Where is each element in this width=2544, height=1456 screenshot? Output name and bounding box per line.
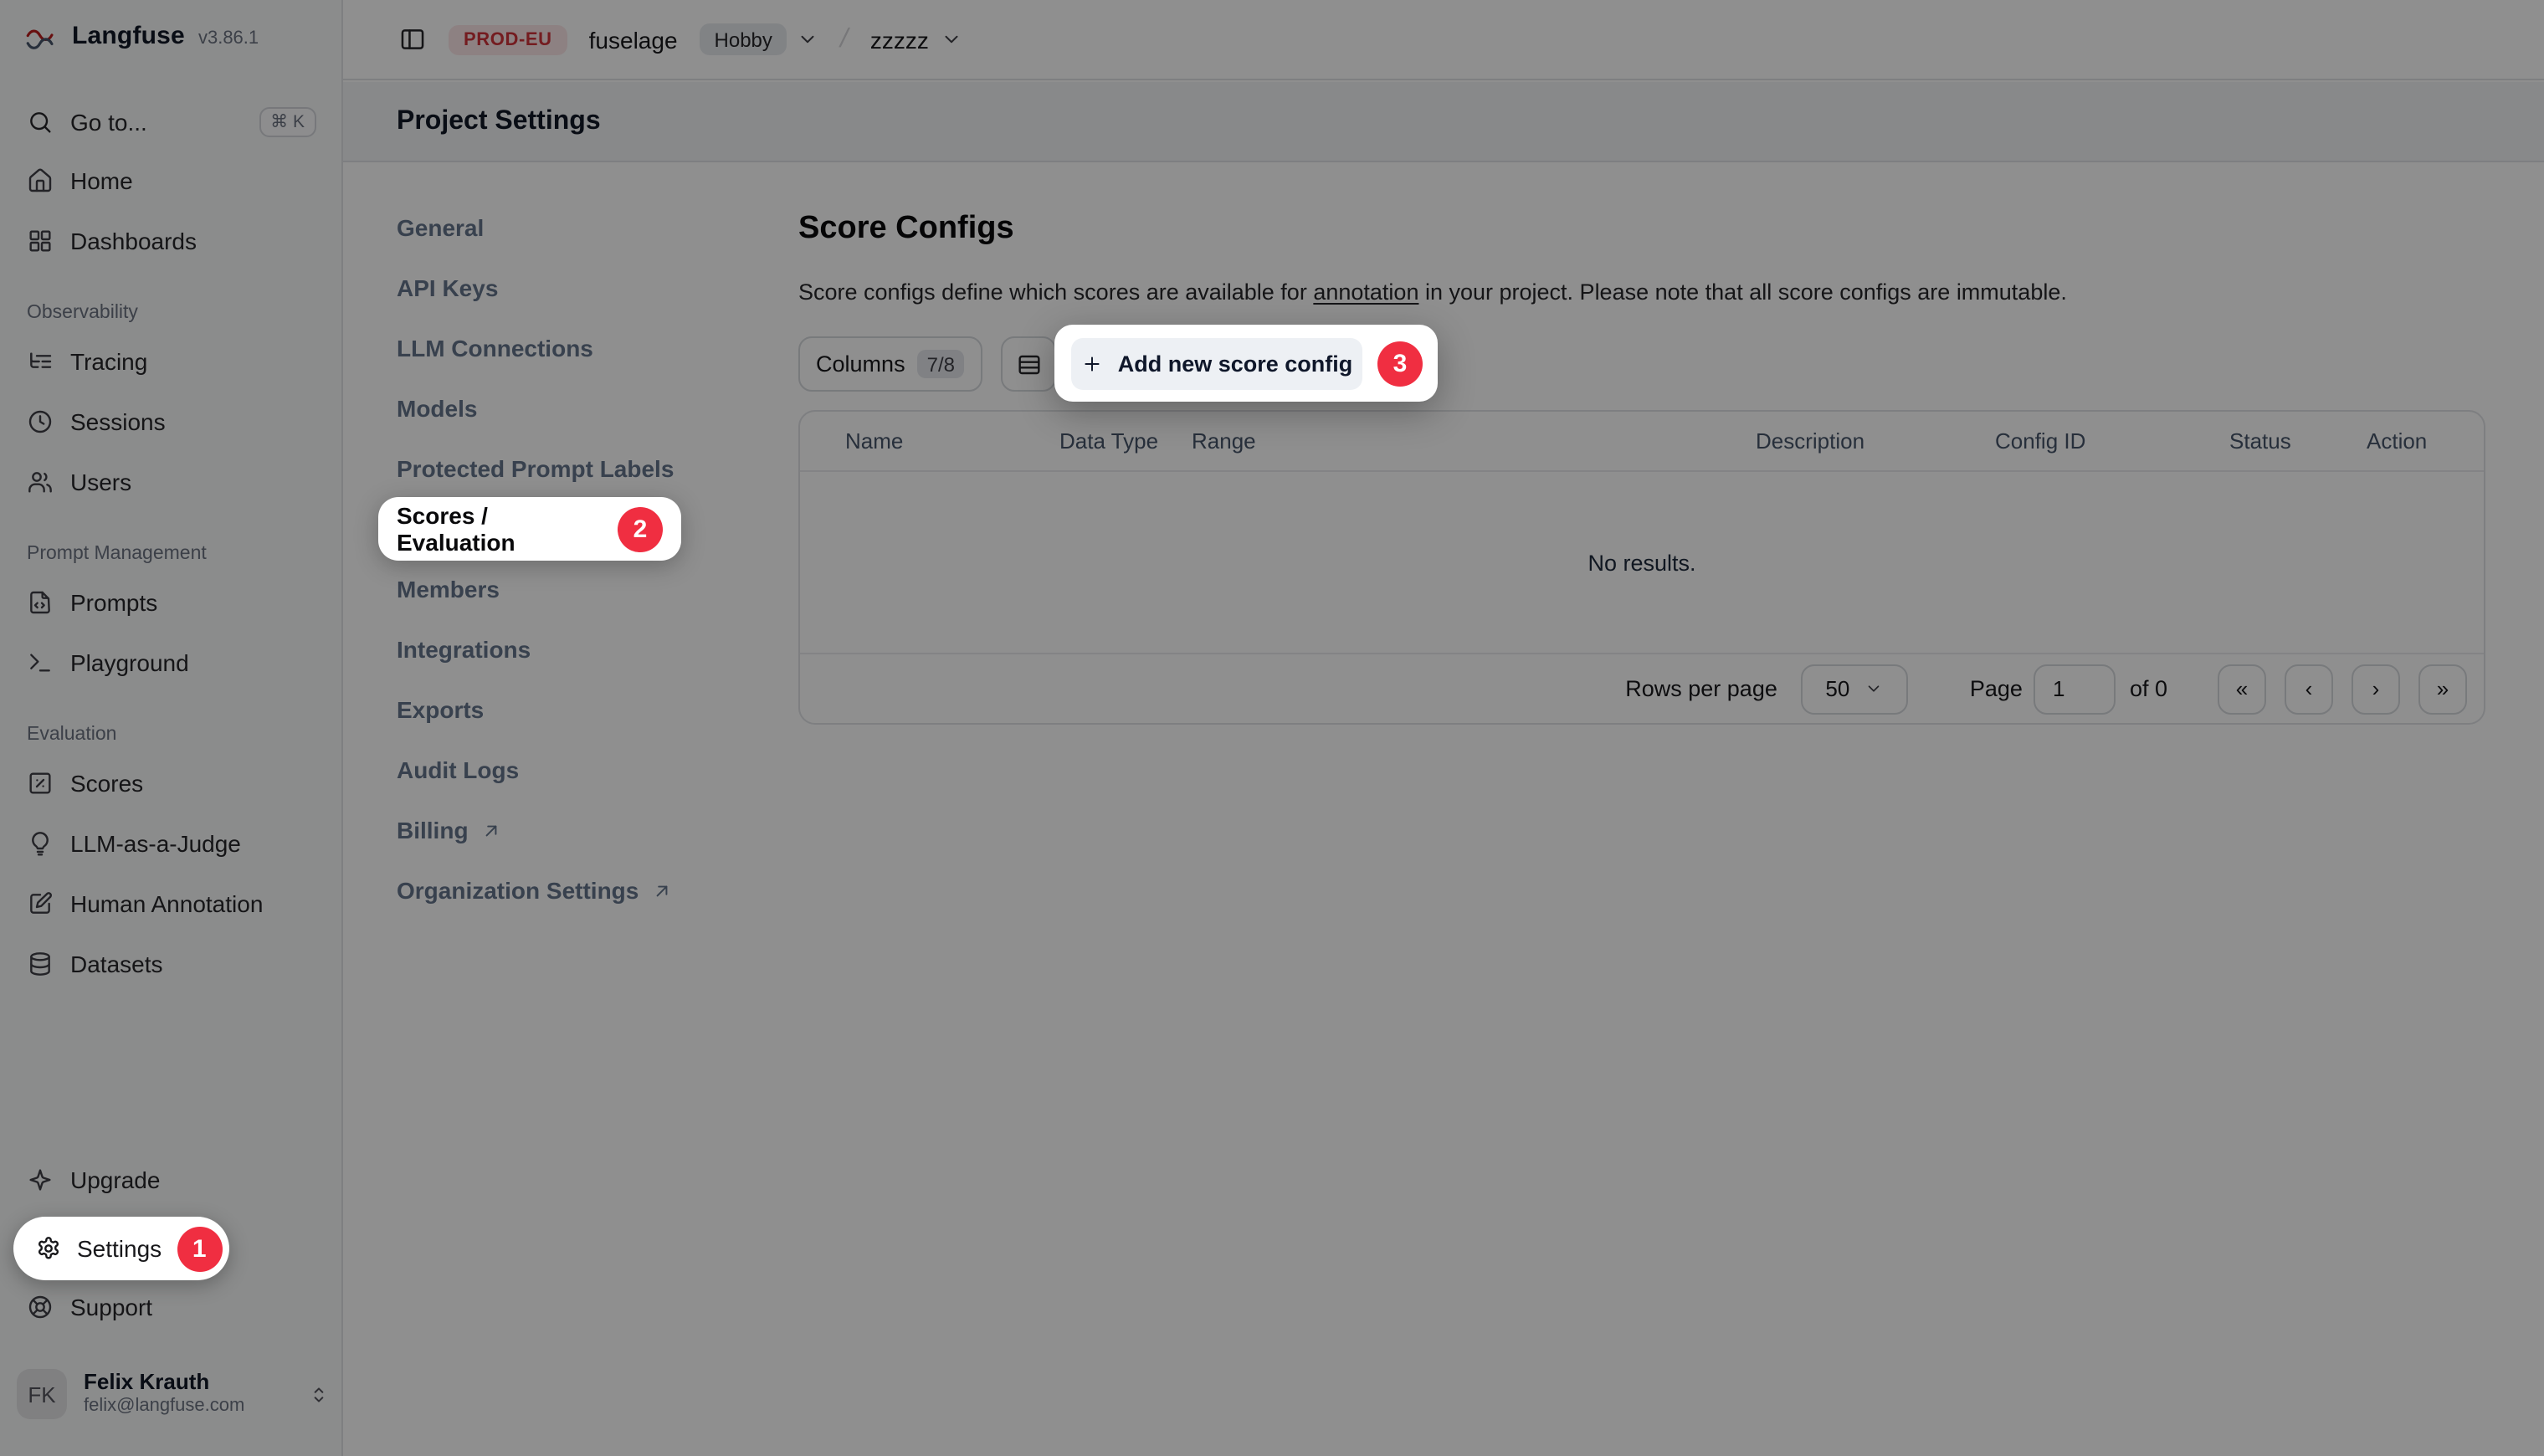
gear-icon (35, 1235, 62, 1262)
step-badge-2: 2 (618, 506, 663, 551)
langfuse-app: Langfuse v3.86.1 Go to... ⌘ K Home Dashb… (0, 0, 2544, 1456)
settings-label: Settings (77, 1235, 162, 1262)
plus-icon (1081, 352, 1103, 374)
step-badge-3: 3 (1377, 341, 1423, 386)
sidebar-item-settings[interactable]: Settings 1 (13, 1217, 229, 1280)
add-score-config-button[interactable]: Add new score config (1071, 337, 1362, 389)
tutorial-dim-overlay (0, 0, 2544, 1456)
step-badge-1: 1 (177, 1226, 222, 1271)
settings-nav-scores-evaluation[interactable]: Scores / Evaluation 2 (378, 497, 681, 561)
add-score-config-popover: Add new score config 3 (1054, 325, 1438, 402)
